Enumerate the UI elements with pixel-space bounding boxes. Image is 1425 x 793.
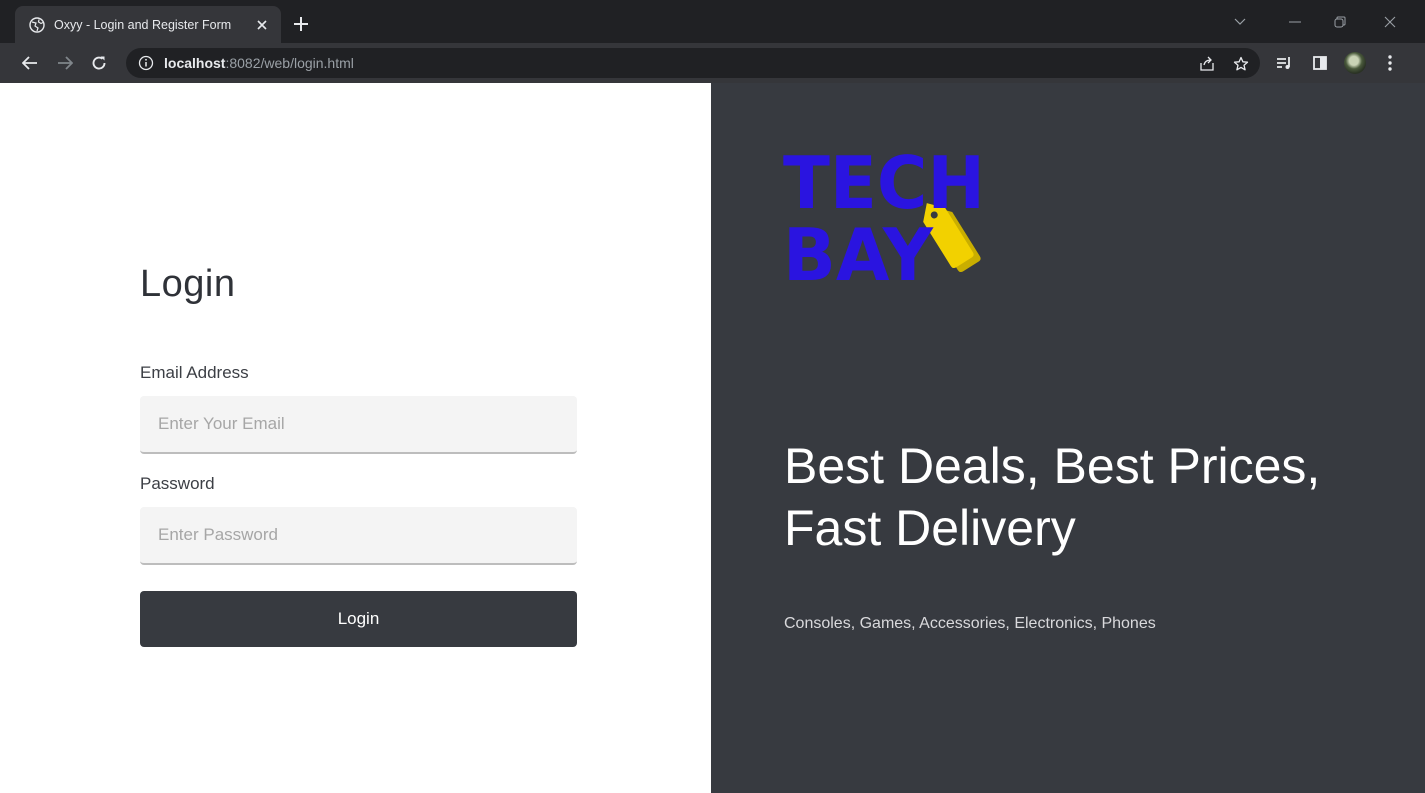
url-host: localhost: [164, 55, 226, 71]
more-menu-icon[interactable]: [1380, 53, 1400, 73]
restore-icon[interactable]: [1330, 12, 1350, 32]
profile-avatar[interactable]: [1344, 52, 1366, 74]
promo-tagline: Consoles, Games, Accessories, Electronic…: [784, 615, 1156, 632]
password-label: Password: [140, 474, 215, 493]
minimize-icon[interactable]: [1285, 12, 1305, 32]
close-tab-icon[interactable]: [253, 16, 271, 34]
page-content: Login Email Address Password Login TECH …: [0, 83, 1425, 793]
email-field[interactable]: [140, 396, 577, 454]
reading-list-icon[interactable]: [1274, 53, 1294, 73]
login-title: Login: [140, 263, 236, 305]
reload-icon[interactable]: [89, 53, 109, 73]
back-arrow-icon[interactable]: [20, 53, 40, 73]
close-window-icon[interactable]: [1380, 12, 1400, 32]
forward-arrow-icon[interactable]: [55, 53, 75, 73]
bookmark-star-icon[interactable]: [1232, 55, 1250, 73]
tab-search-chevron-icon[interactable]: [1230, 12, 1250, 32]
browser-toolbar: localhost:8082/web/login.html: [0, 43, 1425, 83]
login-panel: Login Email Address Password Login: [0, 83, 711, 793]
browser-titlebar: Oxyy - Login and Register Form: [0, 0, 1425, 43]
share-icon[interactable]: [1198, 55, 1216, 73]
url-path: :8082/web/login.html: [225, 55, 354, 71]
promo-panel: TECH BAY Best Deals, Best Prices, Fast D…: [711, 83, 1425, 793]
globe-icon: [29, 16, 45, 33]
address-bar[interactable]: localhost:8082/web/login.html: [126, 48, 1260, 78]
tab-title: Oxyy - Login and Register Form: [54, 17, 232, 32]
new-tab-icon[interactable]: [291, 14, 311, 34]
browser-tab[interactable]: Oxyy - Login and Register Form: [15, 6, 281, 43]
promo-headline: Best Deals, Best Prices, Fast Delivery: [784, 438, 1321, 556]
password-field[interactable]: [140, 507, 577, 565]
side-panel-icon[interactable]: [1310, 53, 1330, 73]
logo-text-bay: BAY: [783, 213, 934, 288]
info-icon[interactable]: [138, 55, 154, 71]
email-label: Email Address: [140, 363, 249, 382]
techbay-logo: TECH BAY: [783, 143, 985, 288]
login-button[interactable]: Login: [140, 591, 577, 647]
url-text: localhost:8082/web/login.html: [164, 55, 354, 71]
